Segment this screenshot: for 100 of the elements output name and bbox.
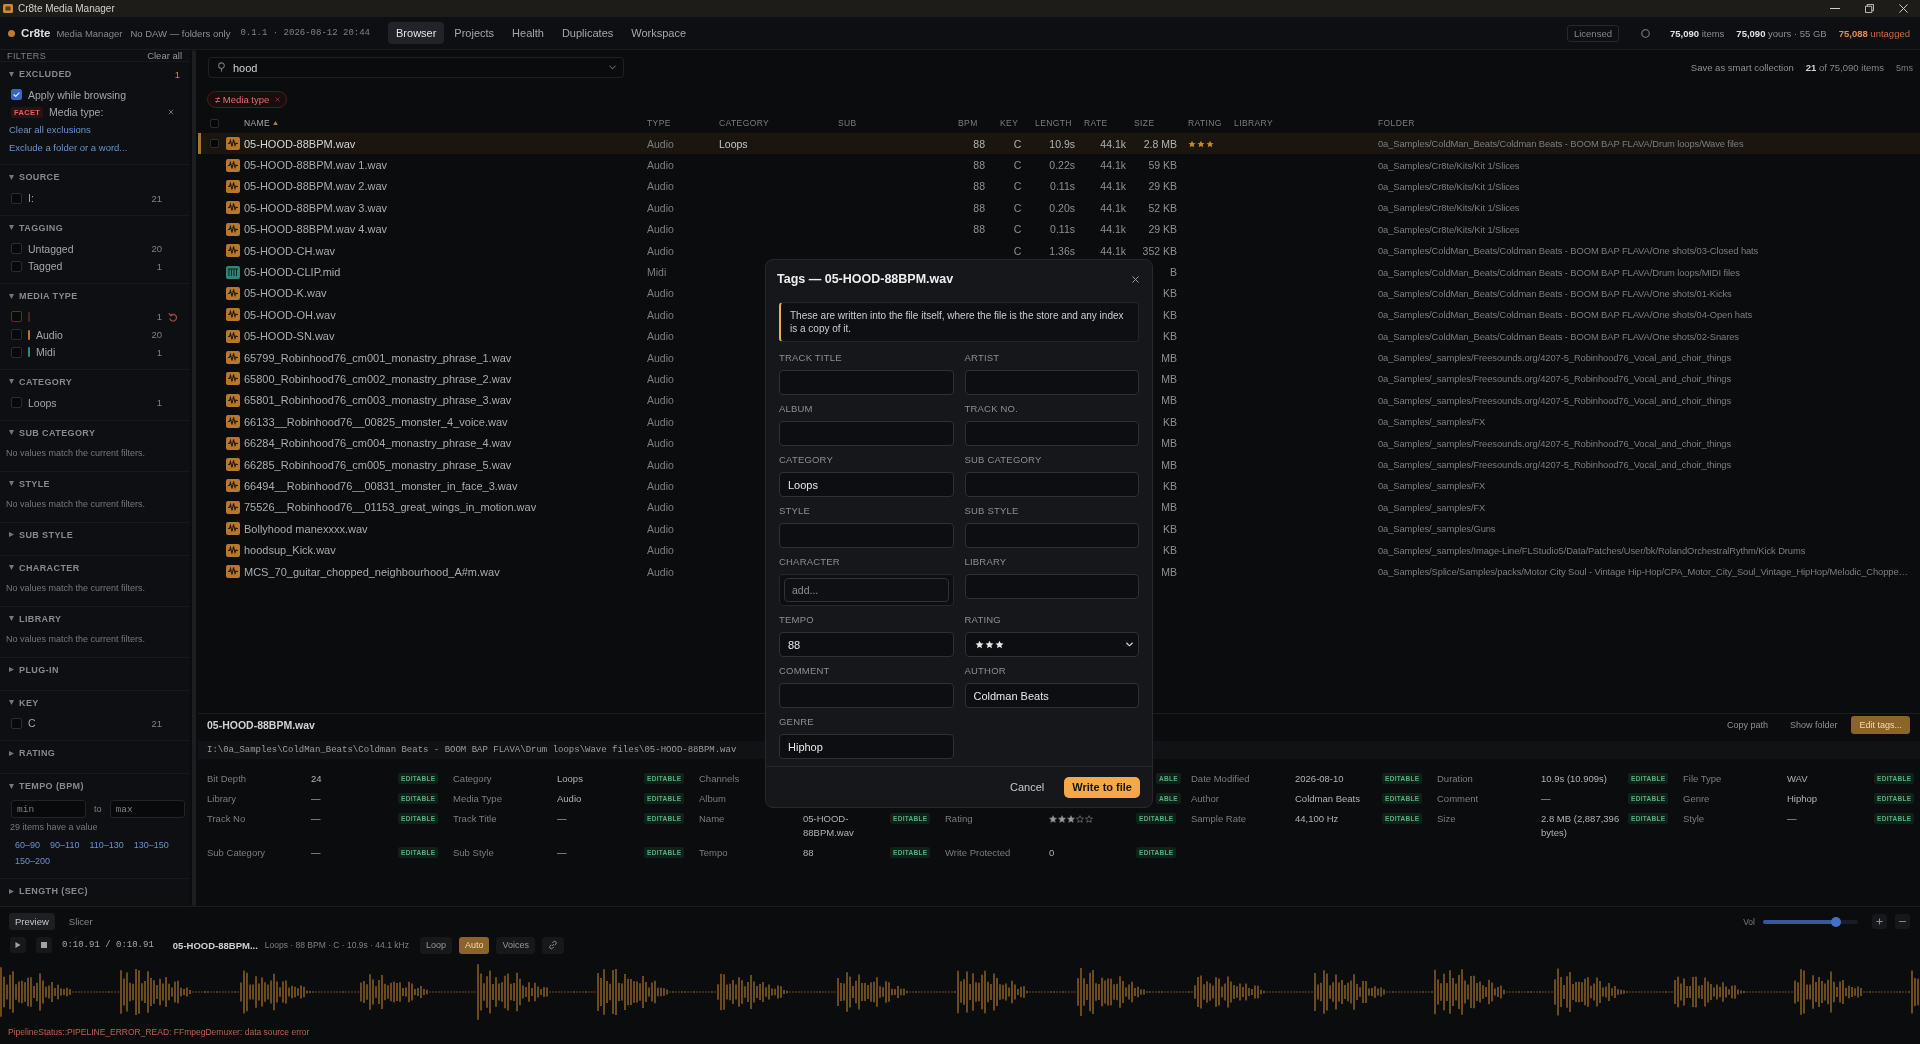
tempo-preset-link[interactable]: 150–200 — [15, 853, 51, 870]
panel-tab[interactable]: Preview — [9, 913, 55, 930]
close-icon[interactable] — [275, 97, 281, 102]
slider-thumb[interactable] — [1831, 916, 1842, 927]
cancel-button[interactable]: Cancel — [1002, 776, 1053, 798]
nav-tab[interactable]: Workspace — [623, 22, 695, 44]
checkbox[interactable] — [11, 311, 22, 323]
selected-file-row[interactable]: 05-HOOD-88BPM.wav Audio Loops 88 C 10.9s 44.1k 2.8 MB 0a_Samples/ColdMan_Beats/Coldman Beats - BOOM BAP FLAVA/Drum loops/Wave files — [198, 133, 1920, 155]
audio-file-icon — [226, 393, 240, 407]
text-field[interactable] — [779, 370, 954, 395]
exclusion-link[interactable]: Exclude a folder or a word... — [9, 142, 128, 154]
text-field[interactable]: Coldman Beats — [964, 683, 1139, 708]
column-header[interactable]: SIZE — [1134, 118, 1155, 128]
checkbox[interactable] — [11, 346, 22, 358]
section-toggle[interactable]: TEMPO (BPM) — [9, 779, 84, 794]
section-toggle[interactable]: STYLE — [9, 476, 50, 491]
section-toggle[interactable]: CHARACTER — [9, 560, 80, 575]
text-field[interactable] — [779, 523, 954, 548]
write-to-file-button[interactable]: Write to file — [1064, 776, 1140, 798]
text-field[interactable]: Hiphop — [779, 734, 954, 759]
size-cell: 52 KB — [1148, 201, 1177, 214]
stop-button[interactable] — [36, 937, 52, 953]
copy-path-button[interactable]: Copy path — [1726, 720, 1768, 730]
text-field[interactable] — [779, 421, 954, 446]
zoom-out-button[interactable] — [1895, 914, 1910, 929]
nav-tab[interactable]: Duplicates — [553, 22, 622, 44]
column-header[interactable]: CATEGORY — [719, 118, 770, 128]
exclusion-link[interactable]: Clear all exclusions — [9, 124, 91, 136]
row-checkbox[interactable] — [210, 139, 219, 149]
type-cell: Audio — [647, 201, 674, 214]
text-field[interactable] — [964, 421, 1139, 446]
filter-chip[interactable]: ≠ Media type — [207, 91, 288, 108]
play-button[interactable] — [10, 937, 26, 953]
max-field[interactable]: max — [109, 800, 185, 819]
checkbox[interactable] — [11, 329, 22, 341]
checkbox[interactable] — [11, 397, 22, 409]
column-header[interactable]: KEY — [1000, 118, 1019, 128]
remove-icon[interactable] — [168, 109, 174, 116]
section-toggle[interactable]: TAGGING — [9, 220, 64, 235]
text-field[interactable] — [779, 683, 954, 708]
tempo-preset-link[interactable]: 90–110 — [50, 837, 80, 854]
text-field[interactable]: 88 — [779, 632, 954, 657]
section-toggle[interactable]: SUB CATEGORY — [9, 425, 96, 440]
section-toggle[interactable]: EXCLUDED — [9, 67, 72, 81]
search-field[interactable]: hood — [208, 57, 624, 78]
nav-tab[interactable]: Browser — [388, 22, 445, 44]
column-header[interactable]: RATE — [1084, 118, 1108, 128]
section-toggle[interactable]: MEDIA TYPE — [9, 289, 78, 304]
tempo-preset-link[interactable]: 60–90 — [15, 837, 41, 854]
rating-select[interactable] — [964, 632, 1139, 657]
panel-tab[interactable]: Slicer — [62, 913, 99, 930]
text-field[interactable] — [964, 370, 1139, 395]
edit-tags-button[interactable]: Edit tags... — [1851, 716, 1910, 734]
toggle-button[interactable]: Loop — [419, 936, 452, 954]
checkbox[interactable] — [11, 192, 22, 204]
checkbox[interactable] — [11, 89, 22, 101]
undo-icon[interactable] — [168, 311, 178, 322]
volume-slider[interactable] — [1763, 916, 1858, 927]
text-field[interactable] — [964, 472, 1139, 497]
checkbox[interactable] — [11, 243, 22, 255]
column-header[interactable]: TYPE — [647, 118, 671, 128]
select-all-checkbox[interactable] — [210, 118, 219, 128]
section-toggle[interactable]: SUB STYLE — [9, 527, 74, 542]
column-header[interactable]: LIBRARY — [1234, 118, 1274, 128]
clear-all-link[interactable]: Clear all — [147, 50, 182, 61]
column-header[interactable]: LENGTH — [1035, 118, 1072, 128]
property-value: 05-HOOD-88BPM.wav — [803, 812, 855, 840]
checkbox[interactable] — [11, 260, 22, 272]
star-icon — [974, 640, 984, 649]
nav-tab[interactable]: Health — [504, 22, 552, 44]
section-toggle[interactable]: PLUG-IN — [9, 662, 59, 677]
column-header[interactable]: NAME — [244, 118, 271, 128]
text-field[interactable] — [964, 574, 1139, 599]
tempo-preset-link[interactable]: 130–150 — [133, 837, 169, 854]
link-button[interactable] — [542, 936, 564, 954]
section-toggle[interactable]: SOURCE — [9, 170, 60, 185]
close-button[interactable] — [1130, 274, 1140, 284]
section-toggle[interactable]: LIBRARY — [9, 611, 62, 626]
column-header[interactable]: RATING — [1188, 118, 1222, 128]
column-header[interactable]: SUB — [838, 118, 857, 128]
text-field[interactable] — [964, 523, 1139, 548]
zoom-in-button[interactable] — [1872, 914, 1887, 929]
column-header[interactable]: BPM — [958, 118, 978, 128]
section-toggle[interactable]: KEY — [9, 695, 39, 710]
nav-tab[interactable]: Projects — [446, 22, 503, 44]
filter-label: C — [28, 717, 36, 730]
section-toggle[interactable]: RATING — [9, 746, 56, 761]
show-folder-button[interactable]: Show folder — [1789, 720, 1838, 730]
file-title: 05-HOOD-88BPM.wav — [207, 719, 315, 731]
toggle-button[interactable]: Auto — [458, 936, 490, 954]
min-field[interactable]: min — [11, 800, 86, 819]
column-header[interactable]: FOLDER — [1378, 118, 1415, 128]
tempo-preset-link[interactable]: 110–130 — [89, 837, 124, 854]
text-field[interactable]: Loops — [779, 472, 954, 497]
toggle-button[interactable]: Voices — [496, 936, 535, 954]
size-cell: KB — [1163, 308, 1177, 321]
section-toggle[interactable]: LENGTH (SEC) — [9, 884, 88, 899]
section-toggle[interactable]: CATEGORY — [9, 374, 73, 389]
checkbox[interactable] — [11, 717, 22, 729]
save-smart-collection-link[interactable]: Save as smart collection — [1690, 62, 1794, 73]
